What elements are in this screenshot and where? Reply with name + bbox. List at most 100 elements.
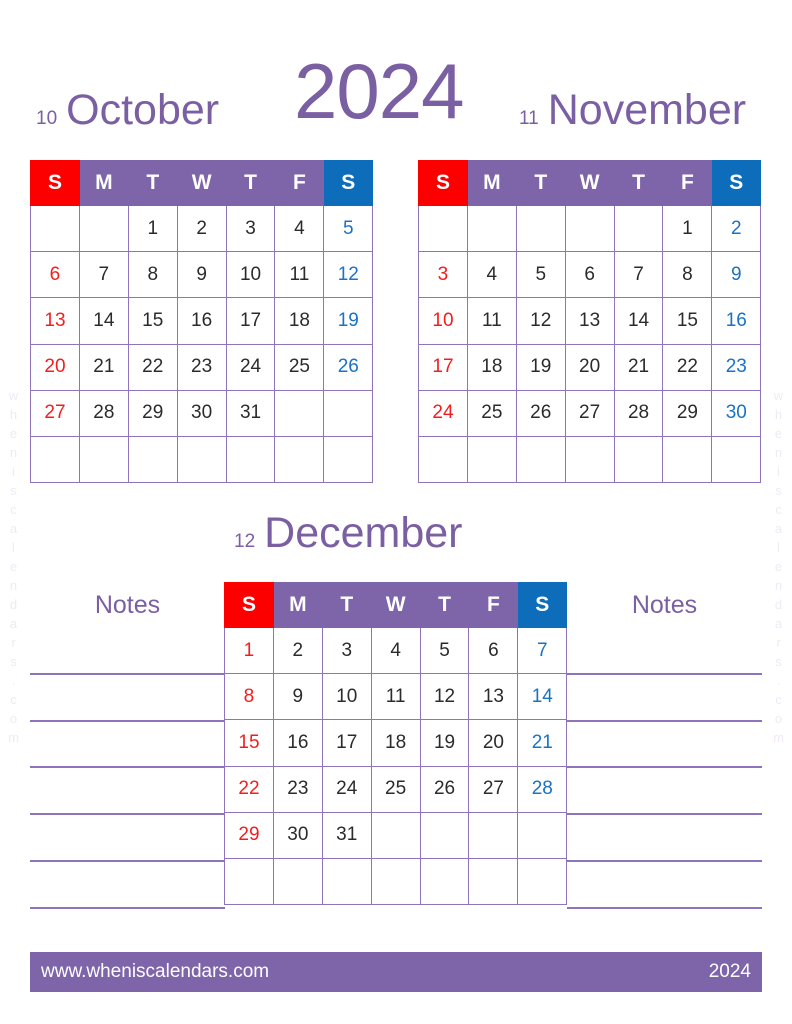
calendar-day-cell[interactable]: 2 xyxy=(176,204,227,253)
calendar-day-cell[interactable]: 22 xyxy=(662,343,713,391)
calendar-day-cell[interactable]: 31 xyxy=(225,389,276,437)
calendar-day-cell[interactable]: 16 xyxy=(272,719,323,767)
calendar-day-cell[interactable]: 30 xyxy=(176,389,227,437)
calendar-day-cell[interactable]: 18 xyxy=(274,297,325,345)
notes-line[interactable] xyxy=(567,628,762,675)
notes-line[interactable] xyxy=(30,628,225,675)
calendar-day-cell[interactable]: 29 xyxy=(127,389,178,437)
calendar-day-cell[interactable]: 24 xyxy=(225,343,276,391)
calendar-day-cell[interactable]: 23 xyxy=(711,343,762,391)
calendar-day-cell[interactable]: 20 xyxy=(468,719,519,767)
calendar-day-cell[interactable]: 3 xyxy=(225,204,276,253)
calendar-day-cell[interactable]: 10 xyxy=(418,297,468,345)
calendar-day-cell[interactable]: 22 xyxy=(224,765,274,813)
notes-line[interactable] xyxy=(30,862,225,909)
calendar-day-cell[interactable]: 17 xyxy=(321,719,372,767)
calendar-day-cell[interactable]: 24 xyxy=(418,389,468,437)
calendar-day-cell[interactable]: 21 xyxy=(517,719,568,767)
notes-line[interactable] xyxy=(30,675,225,722)
calendar-day-cell[interactable]: 11 xyxy=(274,251,325,299)
notes-line[interactable] xyxy=(567,675,762,722)
calendar-day-cell[interactable]: 1 xyxy=(224,626,274,675)
notes-line[interactable] xyxy=(30,722,225,769)
calendar-day-cell[interactable]: 30 xyxy=(711,389,762,437)
calendar-day-cell[interactable]: 5 xyxy=(419,626,470,675)
calendar-day-cell[interactable]: 8 xyxy=(127,251,178,299)
calendar-day-cell[interactable]: 7 xyxy=(517,626,568,675)
calendar-day-cell[interactable]: 10 xyxy=(321,673,372,721)
calendar-day-cell[interactable]: 19 xyxy=(515,343,566,391)
calendar-day-cell[interactable]: 27 xyxy=(30,389,80,437)
footer-website-url[interactable]: www.wheniscalendars.com xyxy=(41,961,269,983)
calendar-day-cell[interactable]: 3 xyxy=(418,251,468,299)
calendar-day-cell[interactable]: 22 xyxy=(127,343,178,391)
calendar-day-cell[interactable]: 21 xyxy=(613,343,664,391)
calendar-day-cell[interactable]: 5 xyxy=(323,204,374,253)
calendar-day-cell[interactable]: 8 xyxy=(224,673,274,721)
calendar-day-cell[interactable]: 27 xyxy=(468,765,519,813)
calendar-day-cell[interactable]: 2 xyxy=(272,626,323,675)
calendar-day-cell[interactable]: 26 xyxy=(419,765,470,813)
calendar-day-cell[interactable]: 8 xyxy=(662,251,713,299)
calendar-day-cell[interactable]: 13 xyxy=(30,297,80,345)
calendar-day-cell[interactable]: 11 xyxy=(466,297,517,345)
calendar-day-cell[interactable]: 6 xyxy=(564,251,615,299)
calendar-day-cell[interactable]: 12 xyxy=(419,673,470,721)
calendar-day-cell[interactable]: 11 xyxy=(370,673,421,721)
calendar-day-cell[interactable]: 10 xyxy=(225,251,276,299)
calendar-day-cell[interactable]: 26 xyxy=(515,389,566,437)
notes-lines-right[interactable] xyxy=(567,628,762,909)
calendar-day-cell[interactable]: 29 xyxy=(224,811,274,859)
calendar-day-cell[interactable]: 4 xyxy=(274,204,325,253)
calendar-day-cell[interactable]: 28 xyxy=(78,389,129,437)
notes-line[interactable] xyxy=(567,862,762,909)
calendar-day-cell[interactable]: 6 xyxy=(30,251,80,299)
calendar-day-cell[interactable]: 14 xyxy=(78,297,129,345)
calendar-day-cell[interactable]: 19 xyxy=(323,297,374,345)
calendar-day-cell[interactable]: 4 xyxy=(370,626,421,675)
calendar-day-cell[interactable]: 29 xyxy=(662,389,713,437)
calendar-day-cell[interactable]: 30 xyxy=(272,811,323,859)
calendar-day-cell[interactable]: 2 xyxy=(711,204,762,253)
calendar-day-cell[interactable]: 16 xyxy=(711,297,762,345)
notes-line[interactable] xyxy=(30,768,225,816)
calendar-day-cell[interactable]: 27 xyxy=(564,389,615,437)
notes-lines-left[interactable] xyxy=(30,628,225,909)
calendar-day-cell[interactable]: 26 xyxy=(323,343,374,391)
calendar-day-cell[interactable]: 24 xyxy=(321,765,372,813)
calendar-day-cell[interactable]: 7 xyxy=(613,251,664,299)
calendar-day-cell[interactable]: 14 xyxy=(613,297,664,345)
calendar-day-cell[interactable]: 4 xyxy=(466,251,517,299)
calendar-day-cell[interactable]: 20 xyxy=(564,343,615,391)
calendar-day-cell[interactable]: 28 xyxy=(613,389,664,437)
calendar-day-cell[interactable]: 13 xyxy=(468,673,519,721)
calendar-day-cell[interactable]: 18 xyxy=(370,719,421,767)
notes-line[interactable] xyxy=(30,815,225,862)
calendar-day-cell[interactable]: 20 xyxy=(30,343,80,391)
calendar-day-cell[interactable]: 12 xyxy=(323,251,374,299)
notes-line[interactable] xyxy=(567,768,762,816)
calendar-day-cell[interactable]: 14 xyxy=(517,673,568,721)
calendar-day-cell[interactable]: 17 xyxy=(225,297,276,345)
calendar-day-cell[interactable]: 25 xyxy=(274,343,325,391)
calendar-day-cell[interactable]: 9 xyxy=(176,251,227,299)
calendar-day-cell[interactable]: 25 xyxy=(370,765,421,813)
calendar-day-cell[interactable]: 23 xyxy=(176,343,227,391)
calendar-day-cell[interactable]: 7 xyxy=(78,251,129,299)
calendar-day-cell[interactable]: 21 xyxy=(78,343,129,391)
calendar-day-cell[interactable]: 9 xyxy=(272,673,323,721)
notes-line[interactable] xyxy=(567,815,762,862)
calendar-day-cell[interactable]: 31 xyxy=(321,811,372,859)
calendar-day-cell[interactable]: 18 xyxy=(466,343,517,391)
calendar-day-cell[interactable]: 25 xyxy=(466,389,517,437)
calendar-day-cell[interactable]: 12 xyxy=(515,297,566,345)
calendar-day-cell[interactable]: 17 xyxy=(418,343,468,391)
calendar-day-cell[interactable]: 13 xyxy=(564,297,615,345)
calendar-day-cell[interactable]: 15 xyxy=(224,719,274,767)
calendar-day-cell[interactable]: 1 xyxy=(127,204,178,253)
calendar-day-cell[interactable]: 15 xyxy=(127,297,178,345)
calendar-day-cell[interactable]: 5 xyxy=(515,251,566,299)
calendar-day-cell[interactable]: 1 xyxy=(662,204,713,253)
calendar-day-cell[interactable]: 6 xyxy=(468,626,519,675)
calendar-day-cell[interactable]: 19 xyxy=(419,719,470,767)
